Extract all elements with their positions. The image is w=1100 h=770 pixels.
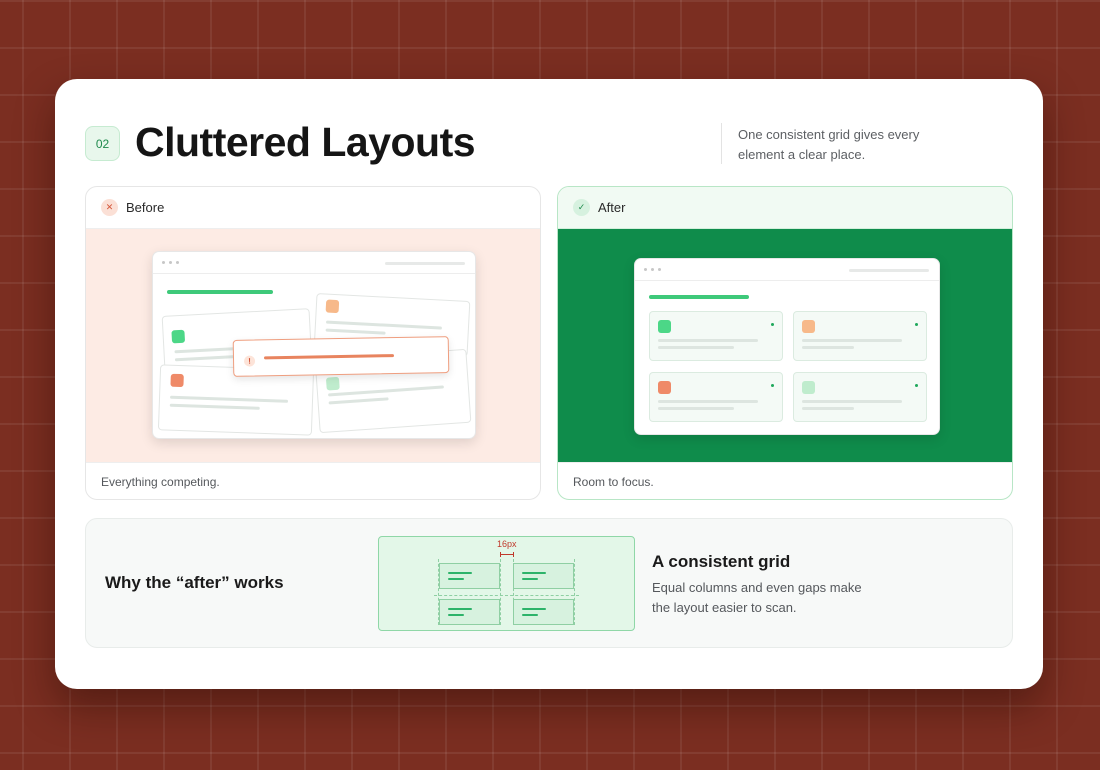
grid-heading: A consistent grid xyxy=(652,552,791,571)
orange-square-icon xyxy=(802,320,815,333)
status-dot xyxy=(771,323,774,326)
grid-window xyxy=(634,258,940,435)
green-square-icon xyxy=(325,376,340,391)
grid-cell xyxy=(439,599,500,625)
grid-diagram: 16px xyxy=(378,536,635,631)
check-icon: ✓ xyxy=(573,199,590,216)
grid-guide xyxy=(574,559,575,625)
green-square-icon xyxy=(802,381,815,394)
gap-measure-icon xyxy=(500,552,514,557)
alert-banner: ! xyxy=(232,336,450,377)
after-panel-header: ✓ After xyxy=(558,187,1012,229)
grid-card xyxy=(793,311,927,361)
before-panel: ✕ Before ! Everything competing. xyxy=(85,186,541,500)
before-label: Before xyxy=(126,200,165,215)
step-badge: 02 xyxy=(85,126,120,161)
green-square-icon xyxy=(658,320,671,333)
grid-description: Equal columns and even gaps make the lay… xyxy=(652,580,862,615)
text-line xyxy=(448,608,472,610)
after-label: After xyxy=(598,200,626,215)
grid-card xyxy=(793,372,927,422)
after-caption: Room to focus. xyxy=(558,462,1012,499)
grid-guide xyxy=(500,559,501,625)
red-square-icon xyxy=(658,381,671,394)
text-line xyxy=(802,407,854,410)
heading-bar xyxy=(167,290,273,294)
window-dots-icon xyxy=(644,268,661,271)
text-line xyxy=(658,407,734,410)
text-line xyxy=(328,397,389,405)
window-dots-icon xyxy=(162,261,179,264)
heading-bar xyxy=(649,295,749,299)
grid-card xyxy=(649,372,783,422)
before-caption: Everything competing. xyxy=(86,462,540,499)
grid-guide xyxy=(434,595,579,596)
red-square-icon xyxy=(170,373,184,388)
text-line xyxy=(522,614,538,616)
window-titlebar xyxy=(153,252,475,274)
status-dot xyxy=(915,323,918,326)
status-dot xyxy=(771,384,774,387)
status-dot xyxy=(915,384,918,387)
text-line xyxy=(802,400,902,403)
text-line xyxy=(448,614,464,616)
green-square-icon xyxy=(171,329,186,344)
text-line xyxy=(522,608,546,610)
text-line xyxy=(448,578,464,580)
window-titlebar xyxy=(635,259,939,281)
grid-cell xyxy=(513,599,574,625)
text-line xyxy=(802,339,902,342)
header-divider xyxy=(721,123,722,164)
gap-label: 16px xyxy=(497,539,517,549)
text-line xyxy=(802,346,854,349)
text-line xyxy=(658,346,734,349)
text-line xyxy=(325,328,386,335)
before-illustration: ! xyxy=(86,229,540,462)
grid-cell xyxy=(439,563,500,589)
alert-line xyxy=(263,354,395,360)
text-line xyxy=(328,385,444,397)
cluttered-window: ! xyxy=(152,251,476,439)
text-line xyxy=(325,320,442,330)
page-title: Cluttered Layouts xyxy=(135,119,476,165)
header-description: One consistent grid gives every element … xyxy=(738,127,920,162)
grid-card xyxy=(649,311,783,361)
grid-cell xyxy=(513,563,574,589)
text-line xyxy=(448,572,472,574)
text-line xyxy=(522,578,538,580)
before-panel-header: ✕ Before xyxy=(86,187,540,229)
slide-card: 02 Cluttered Layouts One consistent grid… xyxy=(55,79,1043,689)
alert-icon: ! xyxy=(243,355,256,367)
text-line xyxy=(658,400,758,403)
after-panel: ✓ After Room to focus. xyxy=(557,186,1013,500)
x-icon: ✕ xyxy=(101,199,118,216)
after-illustration xyxy=(558,229,1012,462)
orange-square-icon xyxy=(325,299,340,314)
why-title: Why the “after” works xyxy=(105,573,284,592)
why-section: Why the “after” works 16px A consistent … xyxy=(85,518,1013,648)
text-line xyxy=(658,339,758,342)
window-address-bar xyxy=(385,262,465,265)
text-line xyxy=(522,572,546,574)
text-line xyxy=(169,403,260,410)
window-address-bar xyxy=(849,269,929,272)
text-line xyxy=(170,395,289,403)
